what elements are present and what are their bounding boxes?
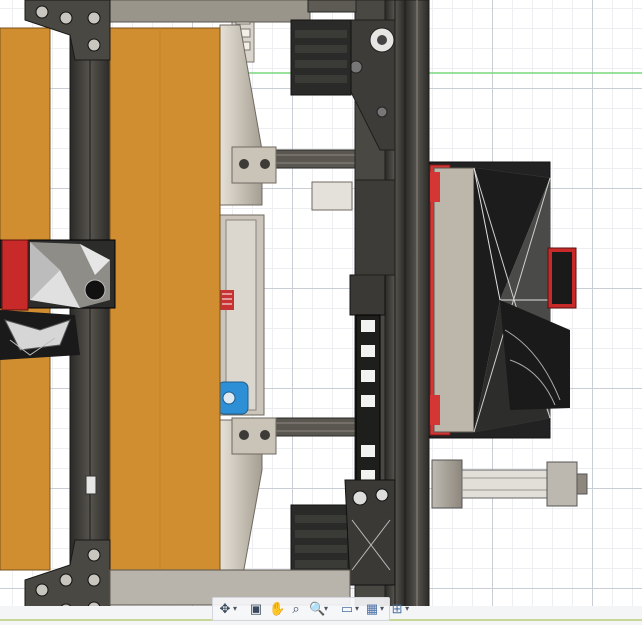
pan-tool[interactable]: ✋ (268, 600, 286, 618)
orbit-tool[interactable]: ✥ ▾ (217, 600, 238, 618)
look-at-icon: ▣ (249, 601, 263, 616)
chevron-down-icon[interactable]: ▾ (380, 600, 384, 618)
chevron-down-icon[interactable]: ▾ (233, 600, 237, 618)
zoom-tool[interactable]: 🔍 ▾ (308, 600, 329, 618)
look-at-tool[interactable]: ▣ (248, 600, 264, 618)
canvas-viewport[interactable]: ✥ ▾ ▣ ✋ ⌕ 🔍 ▾ ▭ ▾ ▦ ▾ ⊞ ▾ (0, 0, 642, 625)
chevron-down-icon[interactable]: ▾ (405, 600, 409, 618)
display-settings-tool[interactable]: ▭ ▾ (339, 600, 360, 618)
linear-actuator (431, 459, 588, 509)
grid-snaps-tool[interactable]: ▦ ▾ (364, 600, 385, 618)
build-plate-right (109, 27, 221, 571)
top-carriage (109, 0, 311, 23)
frame-body (217, 24, 265, 581)
zoom-window-tool[interactable]: ⌕ (288, 600, 304, 618)
viewports-tool[interactable]: ⊞ ▾ (389, 600, 410, 618)
chevron-down-icon[interactable]: ▾ (355, 600, 359, 618)
navigation-toolbar: ✥ ▾ ▣ ✋ ⌕ 🔍 ▾ ▭ ▾ ▦ ▾ ⊞ ▾ (212, 597, 409, 621)
display-settings-icon: ▭ (340, 601, 354, 616)
magnifier-icon: 🔍 (309, 601, 326, 616)
cad-model[interactable] (0, 0, 642, 625)
stepper-motor-top (290, 19, 352, 96)
zoom-window-icon: ⌕ (292, 601, 300, 616)
hand-icon: ✋ (269, 601, 286, 616)
chevron-down-icon[interactable]: ▾ (324, 600, 328, 618)
grid-icon: ▦ (365, 601, 379, 616)
fan-housing (429, 161, 577, 439)
left-rail (69, 0, 111, 625)
orbit-icon: ✥ (219, 601, 231, 616)
viewports-icon: ⊞ (391, 601, 403, 616)
stepper-motor-bottom (290, 504, 352, 581)
